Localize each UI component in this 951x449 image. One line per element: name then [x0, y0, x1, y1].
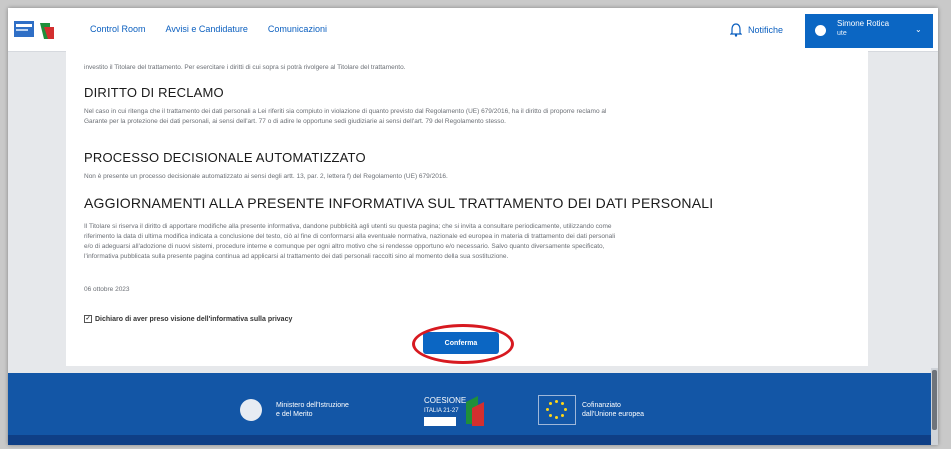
user-menu-button[interactable]: Simone Rotica ute ⌄: [805, 14, 933, 48]
section-title-aggiornamenti: AGGIORNAMENTI ALLA PRESENTE INFORMATIVA …: [84, 195, 714, 211]
checkbox-checked-icon: ✓: [84, 315, 92, 323]
nav-comunicazioni[interactable]: Comunicazioni: [268, 24, 327, 34]
ministry-line: e del Merito: [276, 411, 313, 418]
eu-line: Cofinanziato: [582, 402, 621, 409]
nav-avvisi-candidature[interactable]: Avvisi e Candidature: [166, 24, 248, 34]
ministry-line: Ministero dell'Istruzione: [276, 402, 349, 409]
coesione-line: ITALIA 21-27: [424, 408, 459, 414]
user-name: Simone Rotica: [837, 19, 890, 28]
browser-viewport: Control Room Avvisi e Candidature Comuni…: [8, 8, 938, 445]
notifications-link[interactable]: Notifiche: [730, 23, 783, 37]
eu-flag-icon: [538, 395, 576, 425]
pn-scuola-logo[interactable]: [14, 19, 58, 41]
privacy-consent-label: Dichiaro di aver preso visione dell'info…: [95, 315, 293, 323]
privacy-notice-card: investito il Titolare del trattamento. P…: [66, 51, 868, 366]
section-text-line: Nel caso in cui ritenga che il trattamen…: [84, 108, 607, 115]
bell-icon: [730, 23, 742, 37]
footer: Ministero dell'Istruzione e del Merito C…: [8, 373, 938, 435]
coesione-line: COESIONE: [424, 396, 466, 405]
confirm-button[interactable]: Conferma: [423, 332, 499, 354]
section-text-line: e/o di adeguarsi all'adozione di nuovi s…: [84, 243, 605, 250]
eu-logo-text[interactable]: Cofinanziato dall'Unione europea: [582, 401, 644, 419]
user-avatar-icon: [815, 25, 826, 36]
page-scrollbar[interactable]: [931, 368, 938, 445]
user-role: ute: [837, 30, 847, 37]
section-title-processo: PROCESSO DECISIONALE AUTOMATIZZATO: [84, 150, 366, 165]
last-updated-date: 06 ottobre 2023: [84, 286, 130, 293]
scrollbar-thumb[interactable]: [932, 370, 937, 430]
section-text-line: Il Titolare si riserva il diritto di app…: [84, 223, 612, 230]
footer-bottom-bar: [8, 435, 938, 445]
ministry-logo-text[interactable]: Ministero dell'Istruzione e del Merito: [276, 401, 349, 419]
coesione-italia-logo[interactable]: COESIONE ITALIA 21-27: [422, 392, 488, 430]
section-text-line: l'informativa pubblicata sulla presente …: [84, 253, 509, 260]
chevron-down-icon: ⌄: [915, 25, 922, 34]
notifications-label: Notifiche: [748, 25, 784, 35]
privacy-consent-checkbox[interactable]: ✓ Dichiaro di aver preso visione dell'in…: [84, 315, 292, 323]
main-nav: Control Room Avvisi e Candidature Comuni…: [90, 24, 327, 34]
nav-control-room[interactable]: Control Room: [90, 24, 146, 34]
section-text-line: Non è presente un processo decisionale a…: [84, 173, 448, 180]
section-title-reclamo: DIRITTO DI RECLAMO: [84, 85, 224, 100]
top-navbar: Control Room Avvisi e Candidature Comuni…: [8, 8, 938, 52]
ministry-emblem-icon: [240, 399, 262, 421]
intro-text: investito il Titolare del trattamento. P…: [84, 64, 406, 71]
eu-line: dall'Unione europea: [582, 411, 645, 418]
section-text-line: riferimento la data di ultima modifica i…: [84, 233, 616, 240]
section-text-line: Garante per la protezione dei dati perso…: [84, 118, 506, 125]
